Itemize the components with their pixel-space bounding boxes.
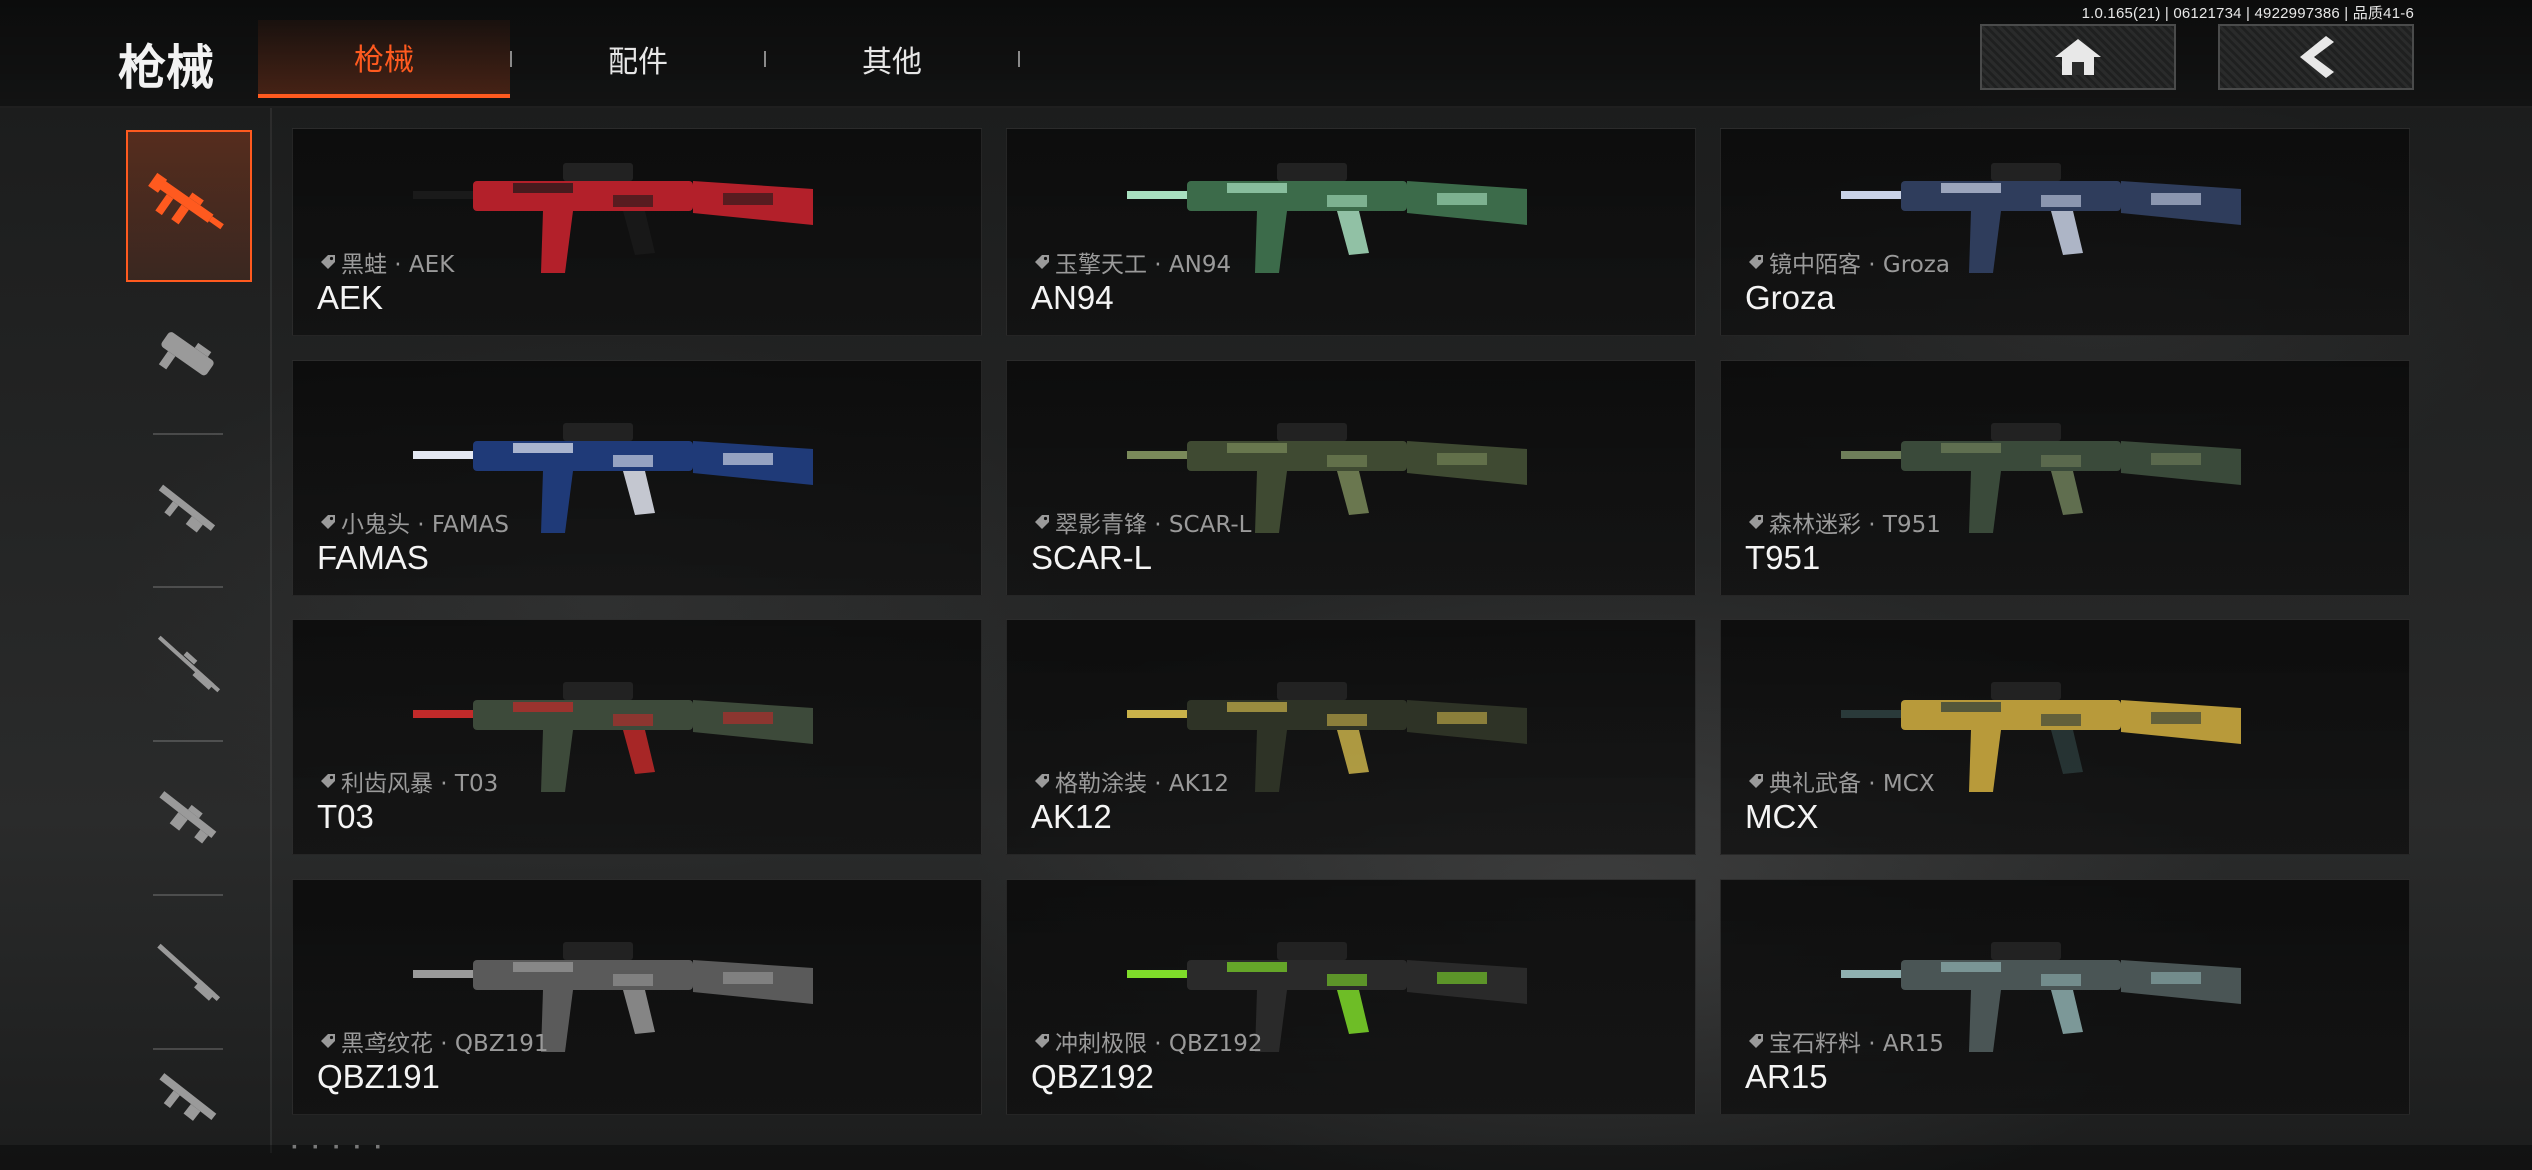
- weapon-name: QBZ191: [317, 1058, 440, 1095]
- weapon-skin-label: 黑蛙 · AEK: [319, 245, 454, 279]
- weapon-card-qbz191[interactable]: 黑鸢纹花 · QBZ191 QBZ191: [292, 879, 982, 1115]
- back-button[interactable]: [2218, 24, 2414, 90]
- weapon-card-famas[interactable]: 小鬼头 · FAMAS FAMAS: [292, 360, 982, 596]
- weapon-name: AN94: [1031, 279, 1114, 316]
- weapon-name: AR15: [1745, 1058, 1828, 1095]
- skin-tag-icon: [321, 1034, 335, 1048]
- skin-tag-icon: [321, 774, 335, 788]
- skin-tag-icon: [1035, 774, 1049, 788]
- weapon-skin-label: 玉擎天工 · AN94: [1033, 245, 1231, 279]
- weapon-name: FAMAS: [317, 539, 429, 576]
- weapon-card-qbz192[interactable]: 冲刺极限 · QBZ192 QBZ192: [1006, 879, 1696, 1115]
- weapon-skin-label: 森林迷彩 · T951: [1747, 505, 1941, 539]
- weapon-skin-label: 小鬼头 · FAMAS: [319, 505, 509, 539]
- skin-tag-icon: [1035, 515, 1049, 529]
- skin-name: 玉擎天工 · AN94: [1055, 252, 1232, 278]
- weapon-name: T03: [317, 798, 374, 835]
- skin-name: 冲刺极限 · QBZ192: [1055, 1031, 1263, 1057]
- tab-attachments[interactable]: 配件: [512, 20, 764, 98]
- shotgun-icon: [157, 943, 221, 1001]
- lmg-icon: [159, 791, 217, 844]
- weapon-skin-label: 镜中陌客 · Groza: [1747, 245, 1950, 279]
- weapon-card-t03[interactable]: 利齿风暴 · T03 T03: [292, 619, 982, 855]
- assault-rifle-icon: [148, 172, 224, 230]
- tab-guns[interactable]: 枪械: [258, 20, 510, 98]
- home-icon: [2055, 39, 2101, 75]
- skin-name: 镜中陌客 · Groza: [1769, 252, 1950, 278]
- chevron-left-icon: [2300, 36, 2334, 78]
- sidebar-item-smg[interactable]: [126, 280, 252, 432]
- skin-name: 黑蛙 · AEK: [341, 252, 455, 278]
- skin-name: 典礼武备 · MCX: [1769, 771, 1935, 797]
- skin-tag-icon: [1749, 774, 1763, 788]
- skin-tag-icon: [1749, 1034, 1763, 1048]
- skin-name: 格勒涂装 · AK12: [1055, 771, 1230, 797]
- weapon-skin-label: 冲刺极限 · QBZ192: [1033, 1024, 1262, 1058]
- footer-strip: [0, 1145, 2532, 1170]
- weapon-card-scar-l[interactable]: 翠影青锋 · SCAR-L SCAR-L: [1006, 360, 1696, 596]
- page-title: 枪械: [118, 40, 215, 96]
- weapon-name: SCAR-L: [1031, 539, 1153, 576]
- weapon-card-ak12[interactable]: 格勒涂装 · AK12 AK12: [1006, 619, 1696, 855]
- sidebar-item-pistol[interactable]: [126, 1050, 252, 1150]
- skin-tag-icon: [321, 515, 335, 529]
- skin-tag-icon: [1035, 1034, 1049, 1048]
- skin-name: 利齿风暴 · T03: [341, 771, 499, 797]
- version-info: 1.0.165(21) | 06121734 | 4922997386 | 品质…: [2081, 5, 2414, 22]
- skin-name: 小鬼头 · FAMAS: [341, 512, 509, 538]
- top-bar: 1.0.165(21) | 06121734 | 4922997386 | 品质…: [0, 0, 2532, 108]
- skin-tag-icon: [321, 255, 335, 269]
- weapon-skin-label: 利齿风暴 · T03: [319, 764, 498, 798]
- weapon-card-aek[interactable]: 黑蛙 · AEK AEK: [292, 128, 982, 336]
- skin-name: 黑鸢纹花 · QBZ191: [341, 1031, 549, 1057]
- skin-name: 森林迷彩 · T951: [1769, 512, 1941, 538]
- weapon-skin-label: 格勒涂装 · AK12: [1033, 764, 1229, 798]
- weapon-card-an94[interactable]: 玉擎天工 · AN94 AN94: [1006, 128, 1696, 336]
- weapon-card-t951[interactable]: 森林迷彩 · T951 T951: [1720, 360, 2410, 596]
- skin-tag-icon: [1749, 515, 1763, 529]
- weapon-name: AK12: [1031, 798, 1112, 835]
- sidebar-item-assault-rifle[interactable]: [126, 130, 252, 282]
- sidebar-item-carbine[interactable]: [126, 434, 252, 586]
- weapon-image: [413, 163, 813, 273]
- weapon-name: T951: [1745, 539, 1821, 576]
- sidebar-item-sniper[interactable]: [126, 588, 252, 740]
- weapon-skin-label: 翠影青锋 · SCAR-L: [1033, 505, 1252, 539]
- weapon-name: MCX: [1745, 798, 1819, 835]
- skin-name: 宝石籽料 · AR15: [1769, 1031, 1944, 1057]
- weapon-name: AEK: [317, 279, 384, 316]
- sidebar-item-lmg[interactable]: [126, 742, 252, 894]
- category-tabs: 枪械 配件 其他: [258, 20, 1020, 98]
- home-button[interactable]: [1980, 24, 2176, 90]
- carbine-icon: [158, 484, 216, 533]
- sniper-rifle-icon: [157, 635, 221, 693]
- tab-other[interactable]: 其他: [766, 20, 1018, 98]
- weapon-skin-label: 典礼武备 · MCX: [1747, 764, 1935, 798]
- weapon-skin-label: 黑鸢纹花 · QBZ191: [319, 1024, 548, 1058]
- weapon-type-sidebar: [0, 108, 272, 1153]
- pistol-icon: [159, 1073, 217, 1121]
- weapon-card-ar15[interactable]: 宝石籽料 · AR15 AR15: [1720, 879, 2410, 1115]
- sidebar-item-shotgun[interactable]: [126, 896, 252, 1048]
- weapon-card-mcx[interactable]: 典礼武备 · MCX MCX: [1720, 619, 2410, 855]
- tab-divider: [1018, 51, 1020, 67]
- skin-name: 翠影青锋 · SCAR-L: [1055, 512, 1252, 538]
- weapon-name: Groza: [1745, 279, 1835, 316]
- skin-tag-icon: [1035, 255, 1049, 269]
- weapon-name: QBZ192: [1031, 1058, 1154, 1095]
- weapon-skin-label: 宝石籽料 · AR15: [1747, 1024, 1944, 1058]
- weapon-card-groza[interactable]: 镜中陌客 · Groza Groza: [1720, 128, 2410, 336]
- skin-tag-icon: [1749, 255, 1763, 269]
- smg-icon: [158, 332, 214, 376]
